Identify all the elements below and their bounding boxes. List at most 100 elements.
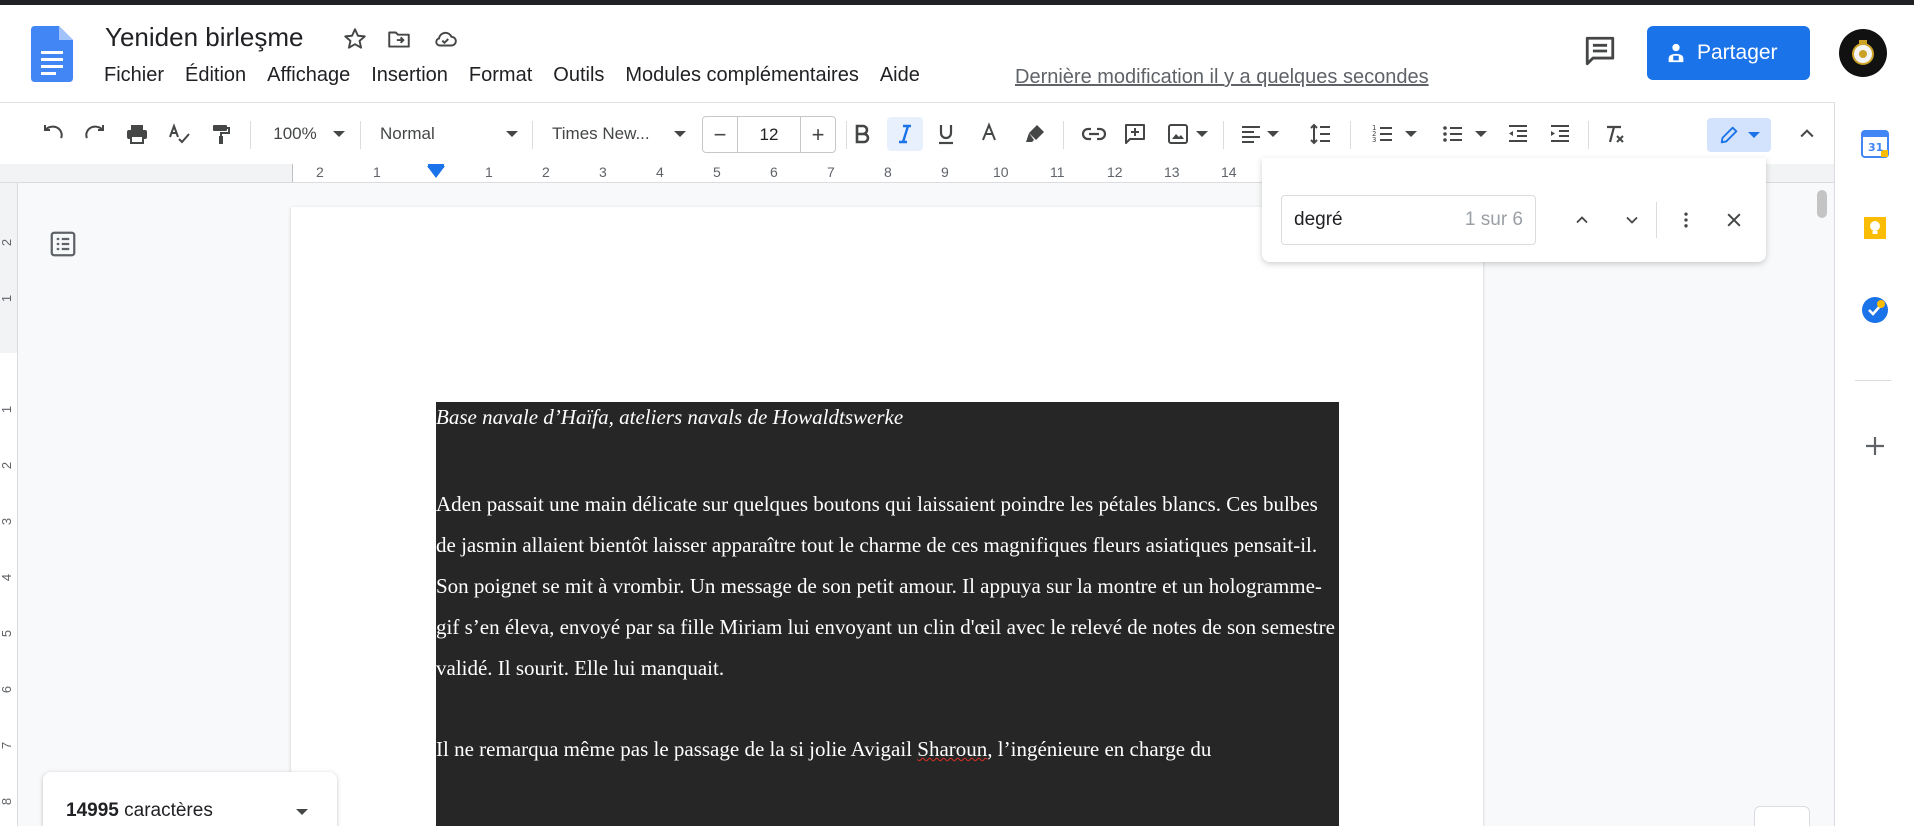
spellcheck-button[interactable] (162, 117, 196, 151)
font-dropdown[interactable]: Times New... (552, 117, 686, 151)
toolbar-divider (360, 121, 361, 149)
bold-button[interactable] (845, 117, 879, 151)
ruler-number: 6 (770, 164, 778, 180)
link-icon (1081, 127, 1107, 141)
avatar-image-icon (1852, 40, 1874, 65)
paragraph-text: , l’ingénieure en charge du (987, 737, 1212, 761)
find-input[interactable]: degré 1 sur 6 (1281, 195, 1536, 245)
toolbar-divider (1063, 121, 1064, 149)
tasks-icon[interactable] (1861, 296, 1889, 324)
add-addon-icon[interactable] (1861, 432, 1889, 460)
find-panel: degré 1 sur 6 (1262, 158, 1766, 262)
star-icon[interactable] (342, 26, 368, 52)
vruler-number: 8 (0, 797, 15, 806)
insert-image-button[interactable] (1162, 117, 1212, 151)
line-spacing-icon (1310, 123, 1330, 145)
toolbar-divider (1350, 121, 1351, 149)
style-dropdown[interactable]: Normal (380, 117, 518, 151)
undo-button[interactable] (36, 117, 70, 151)
vruler-number: 4 (0, 573, 15, 582)
increase-font-size-button[interactable]: + (801, 117, 835, 152)
increase-indent-button[interactable] (1543, 117, 1577, 151)
editing-mode-button[interactable] (1707, 118, 1771, 152)
menu-insertion[interactable]: Insertion (371, 64, 448, 87)
comments-icon[interactable] (1583, 34, 1617, 68)
menu-aide[interactable]: Aide (880, 64, 920, 87)
ruler-number: 5 (713, 164, 721, 180)
chevron-down-icon (1475, 131, 1487, 137)
explore-button[interactable] (1754, 806, 1810, 826)
menu-fichier[interactable]: Fichier (104, 64, 164, 87)
chevron-down-icon (506, 131, 518, 137)
highlight-color-button[interactable] (1018, 117, 1052, 151)
zoom-dropdown[interactable]: 100% (268, 117, 350, 151)
ruler-number: 3 (599, 164, 607, 180)
chevron-up-icon (1576, 216, 1588, 224)
vruler-number: 7 (0, 741, 15, 750)
document-body[interactable]: Base navale d’Haïfa, ateliers navals de … (436, 402, 1339, 770)
find-more-options-button[interactable] (1670, 204, 1702, 236)
document-outline-icon[interactable] (48, 229, 78, 259)
cloud-saved-icon[interactable] (432, 26, 458, 52)
font-size-input[interactable]: 12 (737, 117, 801, 152)
left-indent-handle[interactable] (427, 166, 445, 178)
chevron-down-icon[interactable] (296, 809, 308, 815)
align-button[interactable] (1236, 117, 1282, 151)
section-heading: Base navale d’Haïfa, ateliers navals de … (436, 405, 904, 429)
find-result-count: 1 sur 6 (1464, 209, 1523, 230)
add-comment-button[interactable] (1118, 117, 1152, 151)
vruler-number: 1 (0, 405, 15, 414)
avatar[interactable] (1839, 29, 1887, 77)
docs-logo-icon[interactable] (31, 26, 73, 82)
add-comment-icon (1125, 124, 1145, 144)
menu-affichage[interactable]: Affichage (267, 64, 350, 87)
chevron-down-icon (1196, 131, 1208, 137)
toolbar-divider (1223, 121, 1224, 149)
underline-button[interactable] (929, 117, 963, 151)
previous-match-button[interactable] (1566, 204, 1598, 236)
menu-format[interactable]: Format (469, 64, 532, 87)
clear-formatting-icon (1607, 125, 1624, 143)
undo-icon (44, 125, 63, 139)
line-spacing-button[interactable] (1304, 117, 1338, 151)
vertical-ruler[interactable]: 2 1 1 2 3 4 5 6 7 8 (0, 183, 18, 826)
vruler-number: 1 (0, 294, 15, 303)
last-edit-link[interactable]: Dernière modification il y a quelques se… (1015, 66, 1429, 89)
menu-modules[interactable]: Modules complémentaires (625, 64, 858, 87)
share-lock-icon (1668, 43, 1684, 63)
vruler-number: 2 (0, 238, 15, 247)
move-folder-icon[interactable] (386, 26, 412, 52)
menu-outils[interactable]: Outils (553, 64, 604, 87)
calendar-icon[interactable]: 31 (1861, 130, 1889, 158)
print-button[interactable] (120, 117, 154, 151)
paint-format-button[interactable] (204, 117, 238, 151)
word-count-widget[interactable]: 14995 caractères (43, 772, 337, 826)
scrollbar-thumb[interactable] (1817, 190, 1827, 218)
insert-link-button[interactable] (1076, 117, 1112, 151)
share-button[interactable]: Partager (1647, 26, 1810, 80)
misspelled-word[interactable]: Sharoun (917, 737, 987, 761)
redo-button[interactable] (78, 117, 112, 151)
italic-button[interactable] (887, 117, 923, 151)
menu-edition[interactable]: Édition (185, 64, 246, 87)
highlighter-icon (1026, 125, 1044, 142)
clear-formatting-button[interactable] (1598, 117, 1632, 151)
decrease-indent-button[interactable] (1501, 117, 1535, 151)
side-panel-divider (1855, 380, 1891, 381)
paragraph: Il ne remarqua même pas le passage de la… (436, 729, 1339, 770)
collapse-menus-button[interactable] (1790, 117, 1824, 151)
bulleted-list-button[interactable] (1436, 117, 1492, 151)
keep-icon[interactable] (1861, 214, 1889, 242)
decrease-font-size-button[interactable]: − (703, 117, 737, 152)
close-find-button[interactable] (1718, 204, 1750, 236)
next-match-button[interactable] (1616, 204, 1648, 236)
document-title[interactable]: Yeniden birleşme (105, 22, 304, 53)
share-label: Partager (1697, 41, 1778, 64)
side-panel: 31 (1834, 102, 1914, 826)
text-color-button[interactable] (972, 117, 1006, 151)
ruler-number: 2 (316, 164, 324, 180)
numbered-list-button[interactable]: 123 (1366, 117, 1422, 151)
chevron-down-icon (1267, 131, 1279, 137)
